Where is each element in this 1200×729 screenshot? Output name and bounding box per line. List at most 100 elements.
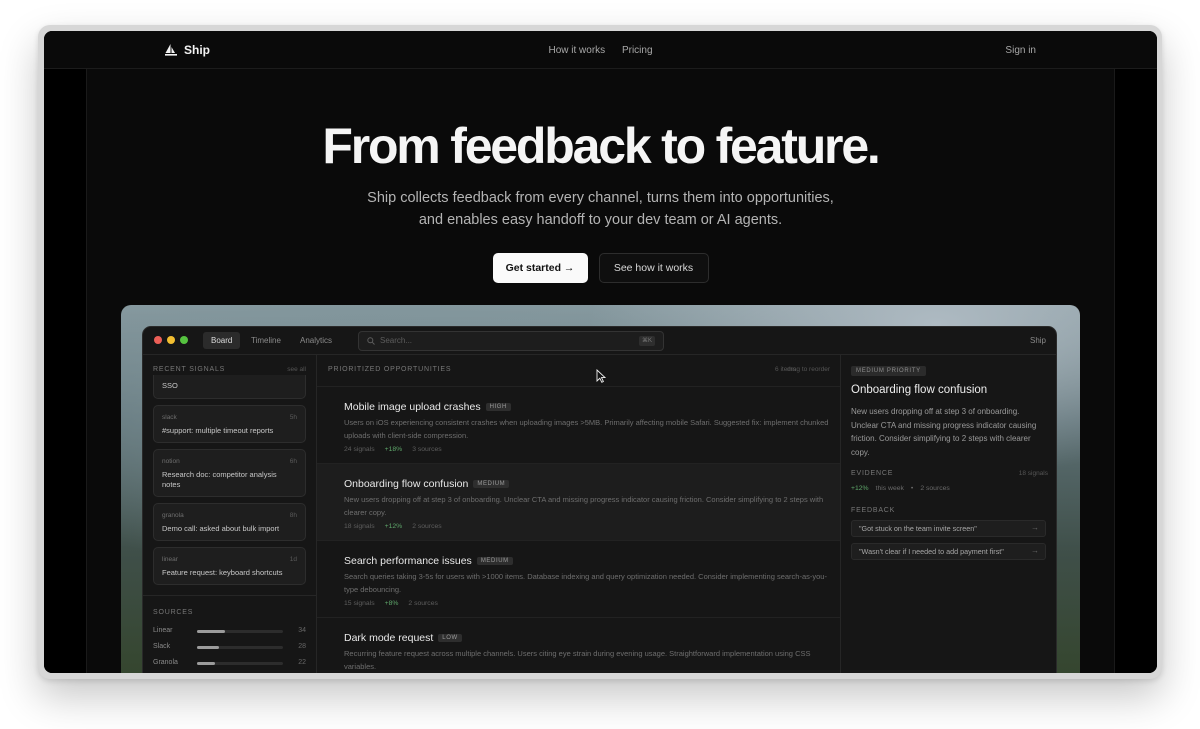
opportunity-title-text: Onboarding flow confusion	[344, 478, 469, 490]
evidence-delta: +12%	[851, 485, 869, 492]
tab-board[interactable]: Board	[203, 332, 241, 349]
opportunity-description: New users dropping off at step 3 of onbo…	[344, 495, 824, 517]
signal-card[interactable]: granola 8h Demo call: asked about bulk i…	[153, 503, 306, 541]
opportunity-card-selected[interactable]: Onboarding flow confusion MEDIUM New user…	[317, 464, 840, 541]
window-close-dot[interactable]	[154, 336, 162, 344]
opportunity-title-text: Dark mode request	[344, 632, 434, 644]
source-count: 28	[298, 643, 306, 650]
drag-hint: drag to reorder	[787, 366, 830, 373]
sources-label: SOURCES	[153, 609, 194, 616]
opportunity-stats: 24 signals +18% 3 sources	[344, 446, 442, 453]
opportunity-title: Dark mode request LOW	[344, 632, 462, 644]
opportunity-stats: 18 signals +12% 2 sources	[344, 523, 442, 530]
signal-text: Demo call: asked about bulk import	[162, 524, 280, 533]
hero-title: From feedback to feature.	[322, 118, 880, 174]
evidence-count: 18 signals	[1018, 470, 1048, 477]
search-shortcut-key: ⌘K	[638, 336, 655, 346]
feedback-quote-text: "Got stuck on the team invite screen"	[859, 524, 977, 533]
product-showcase: Board Timeline Analytics Search... ⌘K Sh…	[121, 305, 1080, 673]
source-name: Granola	[153, 659, 178, 666]
recent-signals-label: RECENT SIGNALS	[153, 366, 226, 373]
source-bar	[197, 662, 283, 665]
signal-source: slack	[162, 414, 177, 421]
source-count: 22	[298, 659, 306, 666]
opportunity-title-text: Search performance issues	[344, 555, 472, 567]
source-bar	[197, 646, 283, 649]
signal-source: linear	[162, 556, 178, 563]
search-icon	[367, 337, 375, 345]
opportunity-stats: 15 signals +8% 2 sources	[344, 600, 438, 607]
evidence-label: EVIDENCE	[851, 470, 894, 477]
signal-time: 8h	[289, 512, 297, 519]
tab-analytics[interactable]: Analytics	[292, 332, 340, 349]
source-bar	[197, 630, 283, 633]
feedback-quote[interactable]: "Wasn't clear if I needed to add payment…	[851, 543, 1046, 560]
priority-badge: LOW	[438, 634, 462, 642]
signal-count: 18 signals	[344, 523, 375, 530]
signal-text: #support: multiple timeout reports	[162, 426, 274, 435]
source-name: Linear	[153, 627, 173, 634]
opportunity-title: Search performance issues MEDIUM	[344, 555, 513, 567]
signal-card-partial[interactable]: SSO	[153, 375, 306, 399]
hero-subtitle-line-2: and enables easy handoff to your dev tea…	[418, 212, 783, 228]
see-how-it-works-button[interactable]: See how it works	[598, 253, 709, 283]
priority-badge: HIGH	[485, 403, 511, 411]
opportunity-card[interactable]: Dark mode request LOW Recurring feature r…	[317, 618, 840, 673]
trend-delta: +12%	[384, 523, 403, 530]
source-count: 2 sources	[412, 523, 442, 530]
opportunities-list: PRIORITIZED OPPORTUNITIES 6 items drag t…	[317, 355, 841, 673]
detail-title: Onboarding flow confusion	[851, 384, 988, 396]
arrow-right-icon: →	[1031, 546, 1039, 555]
source-bar-fill	[197, 662, 216, 665]
evidence-stats: +12% this week • 2 sources	[851, 485, 950, 492]
signal-card[interactable]: slack 5h #support: multiple timeout repo…	[153, 405, 306, 443]
signal-time: 5h	[289, 414, 297, 421]
feedback-quote[interactable]: "Got stuck on the team invite screen" →	[851, 520, 1046, 537]
opportunity-description: Search queries taking 3-5s for users wit…	[344, 572, 827, 594]
search-input[interactable]: Search... ⌘K	[358, 331, 664, 351]
search-placeholder: Search...	[380, 336, 413, 345]
evidence-period: this week	[875, 485, 904, 492]
source-count: 2 sources	[408, 600, 438, 607]
opportunity-card[interactable]: Mobile image upload crashes HIGH Users on…	[317, 387, 840, 464]
signal-time: 1d	[289, 556, 297, 563]
mouse-pointer-icon	[596, 369, 606, 383]
feedback-label: FEEDBACK	[851, 507, 896, 514]
signal-time: 6h	[289, 458, 297, 465]
signal-card[interactable]: notion 6h Research doc: competitor analy…	[153, 449, 306, 497]
landing-page: Ship How it works Pricing Sign in From f…	[44, 31, 1157, 673]
signal-count: 15 signals	[344, 600, 375, 607]
priority-badge: MEDIUM	[473, 480, 510, 488]
opportunity-card[interactable]: Search performance issues MEDIUM Search q…	[317, 541, 840, 618]
opportunity-title-text: Mobile image upload crashes	[344, 401, 481, 413]
get-started-button[interactable]: Get started →	[492, 253, 588, 283]
source-count: 3 sources	[412, 446, 442, 453]
hero-subtitle-line-1: Ship collects feedback from every channe…	[367, 190, 834, 206]
nav-link-pricing[interactable]: Pricing	[622, 45, 653, 56]
signal-card[interactable]: linear 1d Feature request: keyboard shor…	[153, 547, 306, 585]
source-bar-fill	[197, 646, 220, 649]
app-toolbar: Board Timeline Analytics Search... ⌘K Sh…	[143, 327, 1056, 355]
opportunity-description: Users on iOS experiencing consistent cra…	[344, 418, 829, 440]
arrow-right-icon: →	[1031, 523, 1039, 532]
source-name: Slack	[153, 643, 171, 650]
see-all-link[interactable]: see all	[287, 366, 306, 373]
signals-sidebar: RECENT SIGNALS see all SSO slack 5h #sup…	[143, 355, 317, 673]
trend-delta: +18%	[384, 446, 403, 453]
cta-row: Get started → See how it works	[44, 253, 1157, 283]
signal-text: SSO	[162, 381, 178, 390]
nav-link-how-it-works[interactable]: How it works	[548, 45, 605, 56]
opportunity-detail-panel: MEDIUM PRIORITY Onboarding flow confusio…	[841, 355, 1056, 673]
priority-badge: MEDIUM	[476, 557, 513, 565]
evidence-separator: •	[910, 485, 914, 492]
window-minimize-dot[interactable]	[167, 336, 175, 344]
signal-count: 24 signals	[344, 446, 375, 453]
signal-text: Research doc: competitor analysis notes	[162, 470, 277, 489]
source-count: 34	[298, 627, 306, 634]
tab-timeline[interactable]: Timeline	[243, 332, 289, 349]
hero-subtitle: Ship collects feedback from every channe…	[44, 187, 1157, 231]
sign-in-link[interactable]: Sign in	[1005, 45, 1036, 56]
opportunity-description: Recurring feature request across multipl…	[344, 649, 811, 671]
window-maximize-dot[interactable]	[180, 336, 188, 344]
opportunities-label: PRIORITIZED OPPORTUNITIES	[328, 366, 452, 373]
